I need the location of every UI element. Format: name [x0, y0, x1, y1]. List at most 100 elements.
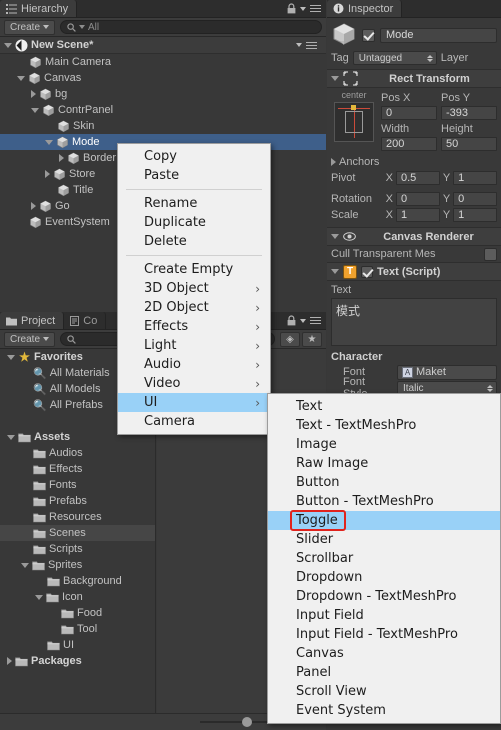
hierarchy-item-bg[interactable]: bg — [0, 86, 326, 102]
project-item-effects[interactable]: Effects — [0, 461, 155, 477]
hierarchy-expander-icon[interactable] — [45, 170, 50, 178]
scale-y-field[interactable]: 1 — [453, 208, 497, 222]
project-item-resources[interactable]: Resources — [0, 509, 155, 525]
ui-submenu-item-raw-image[interactable]: Raw Image — [268, 454, 500, 473]
scene-expander-icon[interactable] — [4, 42, 12, 48]
ui-submenu-item-scrollbar[interactable]: Scrollbar — [268, 549, 500, 568]
favorites-star-icon[interactable]: ★ — [302, 331, 322, 347]
panel-menu-icon[interactable] — [310, 3, 321, 14]
text-value-textarea[interactable]: 模式 — [331, 298, 497, 346]
project-item-prefabs[interactable]: Prefabs — [0, 493, 155, 509]
context-menu-item-paste[interactable]: Paste — [118, 166, 270, 185]
hierarchy-expander-icon[interactable] — [59, 154, 64, 162]
chevron-down-icon[interactable] — [300, 318, 306, 323]
project-item-tool[interactable]: Tool — [0, 621, 155, 637]
chevron-down-icon[interactable] — [300, 6, 306, 11]
lock-icon[interactable] — [287, 315, 296, 326]
ui-submenu-item-text-textmeshpro[interactable]: Text - TextMeshPro — [268, 416, 500, 435]
search-filter-icon[interactable] — [79, 25, 86, 29]
ui-submenu-item-toggle[interactable]: Toggle — [268, 511, 500, 530]
project-item-audios[interactable]: Audios — [0, 445, 155, 461]
pivot-y-field[interactable]: 1 — [453, 171, 497, 185]
anchors-row[interactable]: Anchors — [327, 154, 501, 170]
project-item-food[interactable]: Food — [0, 605, 155, 621]
height-field[interactable]: 50 — [441, 137, 497, 151]
chevron-down-icon[interactable] — [296, 43, 302, 47]
project-expander-icon[interactable] — [21, 562, 29, 568]
ui-submenu-item-text[interactable]: Text — [268, 397, 500, 416]
object-name-field[interactable]: Mode — [380, 27, 497, 43]
project-item-scripts[interactable]: Scripts — [0, 541, 155, 557]
context-menu-item-3d-object[interactable]: 3D Object › — [118, 279, 270, 298]
context-menu-item-duplicate[interactable]: Duplicate — [118, 213, 270, 232]
text-script-enabled-checkbox[interactable] — [361, 265, 373, 278]
ui-submenu-item-scroll-view[interactable]: Scroll View — [268, 682, 500, 701]
tag-dropdown[interactable]: Untagged — [352, 51, 437, 65]
text-script-expander-icon[interactable] — [331, 269, 339, 274]
scene-row[interactable]: New Scene* — [0, 37, 326, 54]
context-menu-item-effects[interactable]: Effects › — [118, 317, 270, 336]
hierarchy-item-contrpanel[interactable]: ContrPanel — [0, 102, 326, 118]
project-item-packages[interactable]: Packages — [0, 653, 155, 669]
hierarchy-item-canvas[interactable]: Canvas — [0, 70, 326, 86]
ui-submenu-item-input-field-textmeshpro[interactable]: Input Field - TextMeshPro — [268, 625, 500, 644]
text-script-header[interactable]: T Text (Script) — [327, 262, 501, 281]
ui-submenu-item-panel[interactable]: Panel — [268, 663, 500, 682]
project-item-ui[interactable]: UI — [0, 637, 155, 653]
rotation-x-field[interactable]: 0 — [395, 192, 440, 206]
context-menu-item-2d-object[interactable]: 2D Object › — [118, 298, 270, 317]
pos-x-field[interactable]: 0 — [381, 106, 437, 120]
project-create-button[interactable]: Create — [4, 331, 56, 347]
rotation-y-field[interactable]: 0 — [453, 192, 497, 206]
tab-project[interactable]: Project — [0, 312, 65, 329]
ui-submenu-item-canvas[interactable]: Canvas — [268, 644, 500, 663]
project-item-background[interactable]: Background — [0, 573, 155, 589]
tab-hierarchy[interactable]: Hierarchy — [0, 0, 78, 17]
context-menu-item-camera[interactable]: Camera — [118, 412, 270, 431]
canvas-renderer-expander-icon[interactable] — [331, 234, 339, 239]
context-menu-item-copy[interactable]: Copy — [118, 147, 270, 166]
context-menu-item-video[interactable]: Video › — [118, 374, 270, 393]
context-menu-item-delete[interactable]: Delete — [118, 232, 270, 251]
hierarchy-item-skin[interactable]: Skin — [0, 118, 326, 134]
project-item-fonts[interactable]: Fonts — [0, 477, 155, 493]
project-item-scenes[interactable]: Scenes — [0, 525, 155, 541]
hierarchy-expander-icon[interactable] — [31, 202, 36, 210]
anchor-preset-widget[interactable]: center — [331, 90, 377, 142]
anchor-preset-box[interactable] — [334, 102, 374, 142]
ui-submenu-item-event-system[interactable]: Event System — [268, 701, 500, 720]
rect-transform-expander-icon[interactable] — [331, 76, 339, 81]
width-field[interactable]: 200 — [381, 137, 437, 151]
hierarchy-search-input[interactable]: All — [60, 20, 322, 34]
scale-x-field[interactable]: 1 — [395, 208, 440, 222]
hierarchy-expander-icon[interactable] — [31, 107, 39, 113]
ui-submenu-item-dropdown-textmeshpro[interactable]: Dropdown - TextMeshPro — [268, 587, 500, 606]
font-dropdown[interactable]: A Maket — [397, 364, 497, 380]
rect-transform-header[interactable]: Rect Transform — [327, 69, 501, 88]
scene-menu-icon[interactable] — [306, 40, 317, 51]
context-menu-item-rename[interactable]: Rename — [118, 194, 270, 213]
lock-icon[interactable] — [287, 3, 296, 14]
context-menu-item-ui[interactable]: UI › — [118, 393, 270, 412]
project-item-sprites[interactable]: Sprites — [0, 557, 155, 573]
cull-transparent-checkbox[interactable] — [484, 247, 497, 261]
project-item-icon[interactable]: Icon — [0, 589, 155, 605]
ui-submenu-item-button[interactable]: Button — [268, 473, 500, 492]
ui-submenu-item-dropdown[interactable]: Dropdown — [268, 568, 500, 587]
ui-submenu-item-image[interactable]: Image — [268, 435, 500, 454]
context-menu-item-light[interactable]: Light › — [118, 336, 270, 355]
hierarchy-item-main-camera[interactable]: Main Camera — [0, 54, 326, 70]
project-expander-icon[interactable] — [7, 354, 15, 360]
ui-submenu-item-input-field[interactable]: Input Field — [268, 606, 500, 625]
canvas-renderer-header[interactable]: Canvas Renderer — [327, 227, 501, 246]
tab-console[interactable]: Co — [64, 312, 107, 329]
pivot-x-field[interactable]: 0.5 — [395, 171, 440, 185]
pos-y-field[interactable]: -393 — [441, 106, 497, 120]
project-expander-icon[interactable] — [7, 434, 15, 440]
zoom-slider-handle[interactable] — [242, 717, 252, 727]
project-expander-icon[interactable] — [35, 594, 43, 600]
hierarchy-expander-icon[interactable] — [17, 75, 25, 81]
create-button[interactable]: Create — [4, 19, 56, 35]
anchors-expander-icon[interactable] — [331, 158, 336, 166]
tag-filter-icon[interactable]: ◈ — [280, 331, 300, 347]
